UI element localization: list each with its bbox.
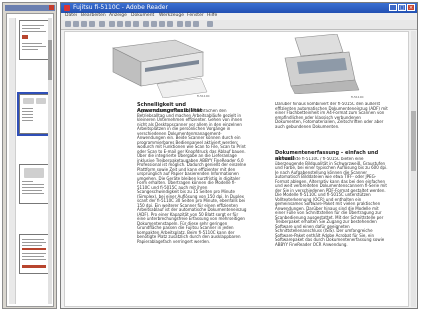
menu-bar: Datei Bearbeiten Anzeige Dokument Werkze… [61,13,417,20]
prev-page-icon[interactable] [151,21,157,27]
thumbnail-page-2[interactable] [17,92,51,136]
menu-item-view[interactable]: Anzeige [109,13,127,18]
select-tool-icon[interactable] [117,21,123,27]
thumbnail-scrollbar-thumb[interactable] [48,40,52,80]
body-text-right-intro: Darüber hinaus kombiniert der fi-5015C d… [275,102,388,129]
caption-right: fi-5110C [351,95,364,99]
rotate-icon[interactable] [193,21,199,27]
close-icon[interactable] [49,5,54,10]
menu-item-file[interactable]: Datei [65,13,77,18]
help-icon[interactable] [207,21,213,27]
body-text-right: Die Produkte fi-5110C / fi-5015C bieten … [275,157,388,247]
open-icon[interactable] [65,21,71,27]
zoom-out-icon[interactable] [133,21,139,27]
thumbnails-panel [2,2,57,309]
fit-width-icon[interactable] [185,21,191,27]
menu-item-tools[interactable]: Werkzeuge [159,13,184,18]
first-page-icon[interactable] [143,21,149,27]
scanner-image-right [284,34,360,94]
menu-item-document[interactable]: Dokument [131,13,154,18]
menu-item-edit[interactable]: Bearbeiten [81,13,106,18]
toolbar [61,20,417,30]
thumbnail-page-4[interactable] [19,234,49,274]
close-button[interactable]: × [407,4,415,11]
search-icon[interactable] [99,21,105,27]
menu-item-help[interactable]: Hilfe [207,13,217,18]
thumbnail-list[interactable] [6,13,54,307]
save-icon[interactable] [73,21,79,27]
fit-page-icon[interactable] [177,21,183,27]
print-icon[interactable] [81,21,87,27]
zoom-in-icon[interactable] [125,21,131,27]
window-title: Fujitsu fi-5110C - Adobe Reader [73,4,168,11]
document-scrollbar-thumb[interactable] [411,111,416,171]
hand-tool-icon[interactable] [109,21,115,27]
last-page-icon[interactable] [167,21,173,27]
document-page[interactable]: fi-5110C fi-5110C Schnelligkeit und Anwe… [64,31,409,307]
thumbnail-page-3[interactable] [19,164,49,204]
document-scrollbar[interactable] [411,31,416,307]
thumbnail-gutter [9,18,16,304]
email-icon[interactable] [89,21,95,27]
menu-item-window[interactable]: Fenster [187,13,204,18]
thumbnail-page-1[interactable] [19,20,49,60]
viewer-window: Fujitsu fi-5110C - Adobe Reader _ □ × Da… [60,2,418,309]
app-icon [64,5,70,11]
caption-left: fi-5110C [197,94,210,98]
maximize-button[interactable]: □ [398,4,406,11]
scanner-image-left [111,39,208,98]
window-titlebar[interactable]: Fujitsu fi-5110C - Adobe Reader _ □ × [61,3,417,13]
thumbnail-scrollbar[interactable] [48,18,52,304]
body-text-left: Fujitsu fi-5110C / fi-5015C, vereinfache… [137,109,247,244]
next-page-icon[interactable] [159,21,165,27]
minimize-button[interactable]: _ [389,4,397,11]
thumbnails-panel-titlebar [5,5,55,11]
